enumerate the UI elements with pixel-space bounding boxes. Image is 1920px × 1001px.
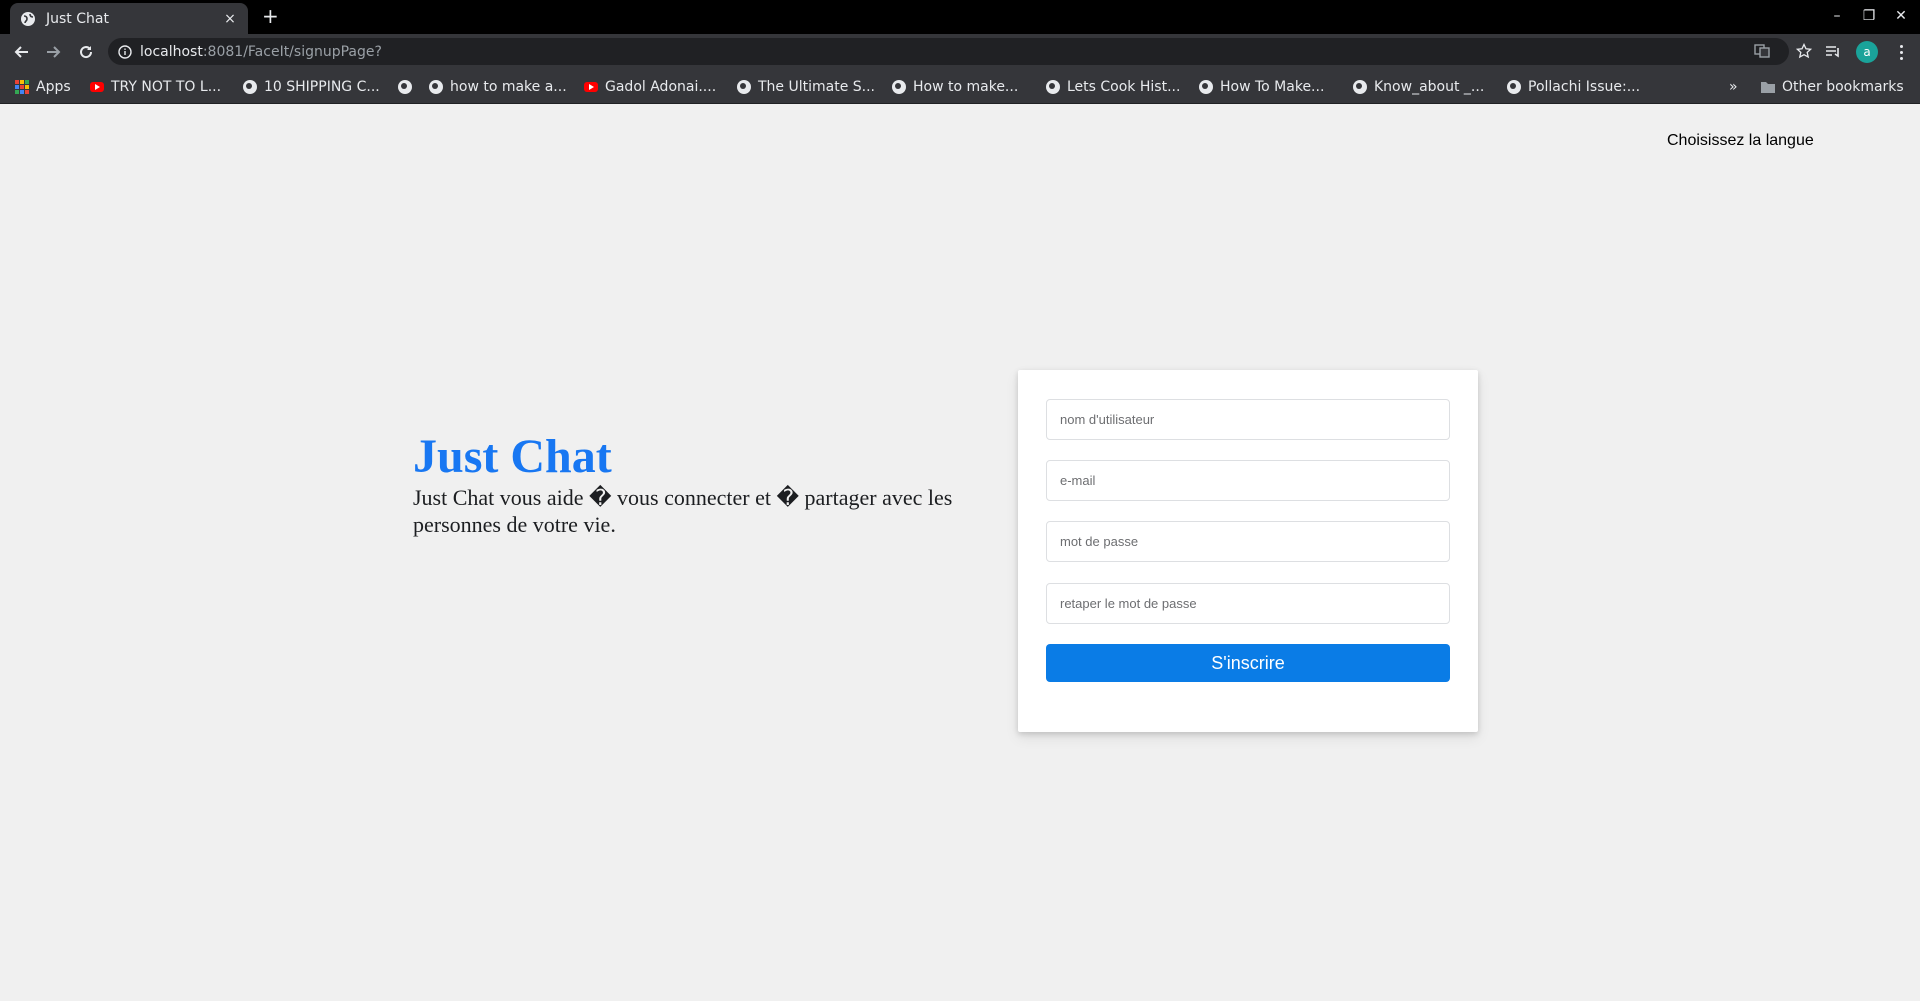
youtube-icon <box>89 79 105 95</box>
hero: Just Chat Just Chat vous aide � vous con… <box>413 430 953 538</box>
bookmark-item[interactable]: The Ultimate S... <box>736 77 875 97</box>
bookmark-item[interactable]: TRY NOT TO L... <box>89 77 221 97</box>
tagline: Just Chat vous aide � vous connecter et … <box>413 485 953 537</box>
bookmark-label: Pollachi Issue:... <box>1528 79 1641 95</box>
globe-icon <box>20 11 36 27</box>
bookmark-label: Know_about _... <box>1374 79 1485 95</box>
bookmark-star-icon[interactable] <box>1794 41 1814 61</box>
confirm-password-field[interactable] <box>1046 583 1450 624</box>
globe-icon <box>891 79 907 95</box>
password-field[interactable] <box>1046 521 1450 562</box>
translate-icon[interactable] <box>1752 41 1772 61</box>
bookmark-label: Gadol Adonai.... <box>605 79 717 95</box>
back-icon[interactable] <box>12 42 32 62</box>
page-title: Just Chat <box>413 430 612 483</box>
tab-strip: Just Chat × + – ❐ ✕ <box>0 0 1920 34</box>
globe-icon <box>736 79 752 95</box>
reading-list-icon[interactable] <box>1823 42 1843 62</box>
globe-icon <box>1352 79 1368 95</box>
globe-icon <box>397 79 413 95</box>
bookmark-item[interactable] <box>397 77 419 97</box>
bookmarks-bar: Apps TRY NOT TO L... 10 SHIPPING C... ho… <box>0 69 1920 104</box>
username-field[interactable] <box>1046 399 1450 440</box>
forward-icon[interactable] <box>43 42 63 62</box>
signup-button[interactable]: S'inscrire <box>1046 644 1450 682</box>
bookmark-apps[interactable]: Apps <box>14 77 71 97</box>
bookmark-item[interactable]: Gadol Adonai.... <box>583 77 716 97</box>
folder-icon <box>1760 79 1776 95</box>
bookmark-item[interactable]: Lets Cook Hist... <box>1045 77 1180 97</box>
browser-toolbar: localhost:8081/FaceIt/signupPage? a <box>0 34 1920 69</box>
bookmark-label: Apps <box>36 79 71 95</box>
restore-icon[interactable]: ❐ <box>1861 8 1877 24</box>
browser-tab[interactable]: Just Chat × <box>10 3 248 34</box>
globe-icon <box>1045 79 1061 95</box>
tab-title: Just Chat <box>46 10 109 27</box>
bookmarks-overflow-button[interactable]: » <box>1729 77 1738 97</box>
tab-close-icon[interactable]: × <box>222 11 238 27</box>
bookmark-label: Lets Cook Hist... <box>1067 79 1181 95</box>
language-selector[interactable]: Choisissez la langue <box>1667 132 1814 150</box>
bookmark-item[interactable]: how to make a... <box>428 77 567 97</box>
globe-icon <box>428 79 444 95</box>
reload-icon[interactable] <box>76 42 96 62</box>
signup-card: S'inscrire <box>1018 370 1478 732</box>
bookmark-label: How to make... <box>913 79 1019 95</box>
bookmark-label: TRY NOT TO L... <box>111 79 222 95</box>
bookmark-label: The Ultimate S... <box>758 79 876 95</box>
email-field[interactable] <box>1046 460 1450 501</box>
globe-icon <box>1198 79 1214 95</box>
youtube-icon <box>583 79 599 95</box>
new-tab-button[interactable]: + <box>262 6 279 26</box>
bookmark-item[interactable]: Know_about _... <box>1352 77 1484 97</box>
globe-icon <box>242 79 258 95</box>
bookmark-item[interactable]: How to make... <box>891 77 1018 97</box>
url-host: localhost <box>140 43 203 60</box>
bookmark-label: How To Make... <box>1220 79 1325 95</box>
bookmark-label: 10 SHIPPING C... <box>264 79 380 95</box>
globe-icon <box>1506 79 1522 95</box>
bookmark-item[interactable]: 10 SHIPPING C... <box>242 77 380 97</box>
site-info-icon[interactable] <box>118 44 132 59</box>
bookmark-item[interactable]: Pollachi Issue:... <box>1506 77 1640 97</box>
close-window-icon[interactable]: ✕ <box>1893 8 1909 24</box>
apps-icon <box>14 79 30 95</box>
profile-avatar[interactable]: a <box>1856 41 1878 63</box>
bookmark-item[interactable]: How To Make... <box>1198 77 1324 97</box>
bookmark-label: how to make a... <box>450 79 567 95</box>
other-bookmarks[interactable]: Other bookmarks <box>1760 77 1904 97</box>
url-path: :8081/FaceIt/signupPage? <box>202 43 382 60</box>
browser-menu-icon[interactable] <box>1893 42 1909 62</box>
other-bookmarks-label: Other bookmarks <box>1782 79 1904 95</box>
address-bar[interactable]: localhost:8081/FaceIt/signupPage? <box>108 38 1812 65</box>
minimize-icon[interactable]: – <box>1829 8 1845 24</box>
